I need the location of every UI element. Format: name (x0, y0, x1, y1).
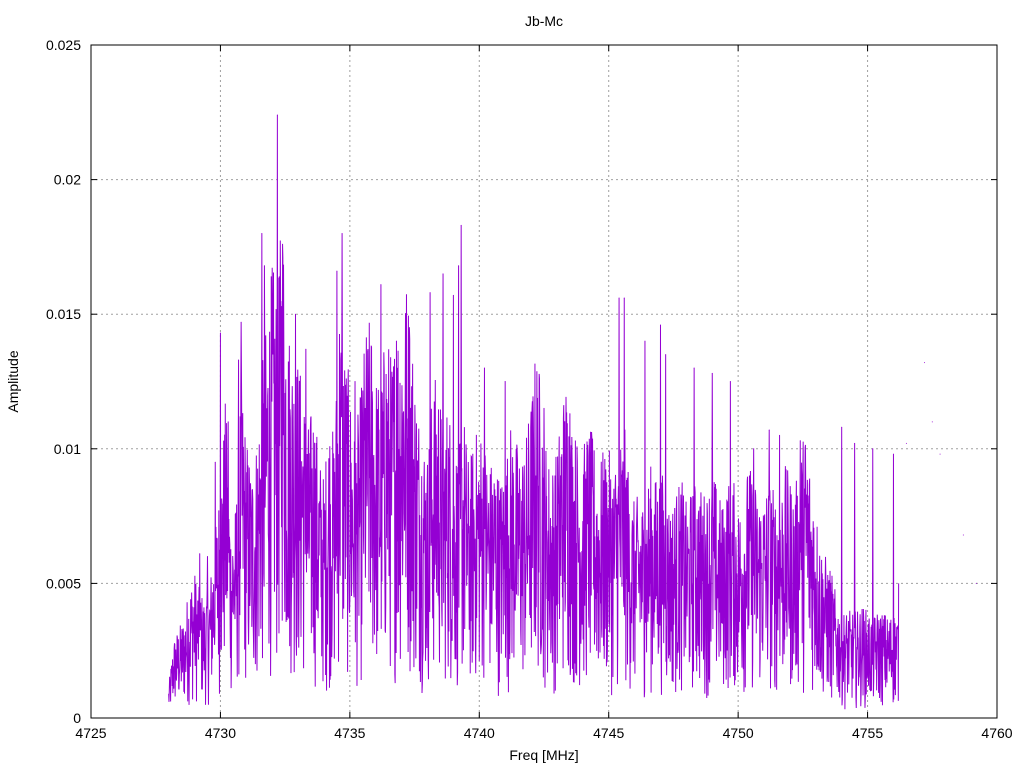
x-tick-label: 4760 (981, 725, 1012, 741)
grid (91, 45, 997, 718)
peak-point (569, 413, 571, 415)
peak-point (282, 243, 284, 245)
y-tick-label: 0.005 (46, 575, 81, 591)
y-tick-label: 0.02 (54, 172, 81, 188)
peak-point (458, 265, 460, 267)
peak-point (276, 114, 278, 116)
peak-point (219, 332, 221, 334)
peak-point (623, 297, 625, 299)
peak-point (395, 340, 397, 342)
peak-point (779, 434, 781, 436)
peak-point (975, 582, 977, 584)
y-tick-label: 0 (73, 710, 81, 726)
x-tick-label: 4730 (205, 725, 236, 741)
chart: 4725 4730 4735 4740 4745 4750 4755 4760 0 0.005 0.… (0, 0, 1024, 768)
y-axis-label: Amplitude (5, 350, 21, 412)
peak-point (199, 553, 201, 555)
peak-point (618, 297, 620, 299)
peak-point (892, 453, 894, 455)
peak-point (261, 232, 263, 234)
peak-point (768, 429, 770, 431)
peak-point (305, 348, 307, 350)
series-line (168, 114, 900, 710)
peak-point (924, 362, 926, 364)
peak-point (644, 340, 646, 342)
peak-point (206, 555, 208, 557)
x-tick-label: 4740 (464, 725, 495, 741)
peak-point (238, 359, 240, 361)
peak-point (460, 224, 462, 226)
x-tick-label: 4735 (334, 725, 365, 741)
peak-point (442, 273, 444, 275)
peak-point (294, 313, 296, 315)
peak-point (799, 440, 801, 442)
peak-point (429, 292, 431, 294)
chart-svg: 4725 4730 4735 4740 4745 4750 4755 4760 0 0.005 0.… (5, 13, 1013, 763)
peak-point (543, 407, 545, 409)
peak-point (263, 265, 265, 267)
x-tick-label: 4755 (852, 725, 883, 741)
chart-title: Jb-Mc (525, 13, 563, 29)
peak-point (905, 442, 907, 444)
peak-point (240, 321, 242, 323)
peak-point (939, 453, 941, 455)
y-tick-label: 0.01 (54, 441, 81, 457)
peak-point (408, 327, 410, 329)
peak-point (659, 324, 661, 326)
peak-point (665, 354, 667, 356)
peak-point (380, 284, 382, 286)
x-tick-label: 4745 (593, 725, 624, 741)
peak-point (354, 381, 356, 382)
peak-point (841, 426, 843, 428)
peak-point (227, 421, 229, 423)
plot-frame (90, 44, 998, 719)
x-axis-label: Freq [MHz] (509, 747, 578, 763)
peak-point (483, 367, 485, 369)
peak-point (336, 270, 338, 272)
data-layer (168, 114, 977, 710)
peak-point (753, 448, 755, 450)
y-tick-label: 0.025 (46, 37, 81, 53)
peak-point (711, 372, 713, 374)
peak-point (729, 381, 731, 382)
x-tick-label: 4725 (75, 725, 106, 741)
peak-point (962, 534, 964, 536)
peak-point (854, 442, 856, 444)
peak-point (693, 367, 695, 369)
peak-point (872, 448, 874, 450)
peak-point (452, 294, 454, 296)
x-tick-label: 4750 (723, 725, 754, 741)
y-tick-label: 0.015 (46, 306, 81, 322)
peak-point (214, 461, 216, 463)
peak-point (504, 381, 506, 382)
peak-point (341, 232, 343, 234)
peak-point (931, 421, 933, 423)
